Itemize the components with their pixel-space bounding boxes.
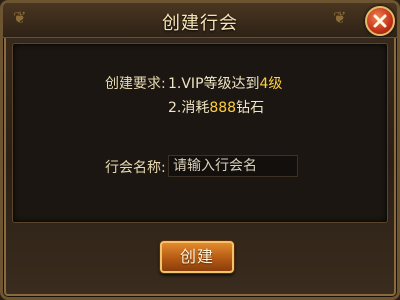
ornament-right-icon: ❦	[333, 8, 347, 27]
create-button[interactable]: 创建	[160, 241, 234, 273]
close-button[interactable]	[365, 6, 395, 36]
requirements-label: 创建要求:	[105, 76, 166, 92]
requirement-vip-value: 4级	[259, 76, 283, 92]
close-x-icon	[373, 14, 387, 28]
requirement-cost-text: 2.消耗	[168, 100, 210, 116]
requirement-cost-unit: 钻石	[236, 100, 265, 116]
requirement-vip-level: 1.VIP等级达到4级	[168, 73, 282, 93]
guild-name-input[interactable]	[168, 155, 298, 177]
title-bar: ❦ 创建行会 ❦	[3, 3, 397, 38]
requirement-cost-value: 888	[209, 100, 237, 116]
requirement-vip-text: 1.VIP等级达到	[168, 76, 260, 92]
guild-name-label: 行会名称:	[105, 160, 166, 176]
content-panel	[12, 43, 388, 223]
requirement-diamond-cost: 2.消耗888钻石	[168, 97, 264, 117]
